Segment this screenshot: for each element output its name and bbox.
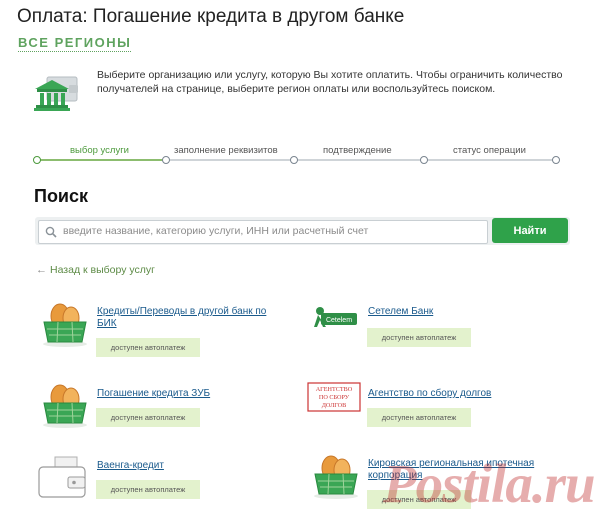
service-link-2[interactable]: Сетелем Банк <box>368 306 548 318</box>
money-basket-icon <box>314 455 358 499</box>
autopay-badge-4: доступен автоплатеж <box>367 408 471 427</box>
step-label-3: подтверждение <box>323 145 392 156</box>
service-link-5[interactable]: Ваенга-кредит <box>97 460 277 472</box>
cetelem-logo-text: Cetelem <box>326 317 352 324</box>
region-selector[interactable]: ВСЕ РЕГИОНЫ <box>18 35 132 52</box>
postila-watermark: Postila.ru <box>383 453 596 514</box>
step-dot-1 <box>33 156 41 164</box>
debt-agency-logo: АГЕНТСТВО ПО СБОРУ ДОЛГОВ <box>307 382 361 412</box>
steps-track-active <box>36 159 166 161</box>
step-label-1: выбор услуги <box>70 145 129 156</box>
autopay-badge-2: доступен автоплатеж <box>367 328 471 347</box>
cetelem-logo: Cetelem <box>314 307 357 327</box>
wallet-icon <box>38 456 86 498</box>
bank-building-icon <box>34 76 78 111</box>
page-title: Оплата: Погашение кредита в другом банке <box>17 6 405 27</box>
progress-steps: выбор услуги заполнение реквизитов подтв… <box>33 144 560 166</box>
step-dot-5 <box>552 156 560 164</box>
search-bar: Найти <box>35 217 570 245</box>
intro-text: Выберите организацию или услугу, которую… <box>97 69 563 95</box>
autopay-badge-1: доступен автоплатеж <box>96 338 200 357</box>
find-button[interactable]: Найти <box>492 218 568 243</box>
service-link-3[interactable]: Погашение кредита ЗУБ <box>97 388 277 400</box>
step-dot-2 <box>162 156 170 164</box>
debt-agency-line-3: ДОЛГОВ <box>322 402 347 409</box>
step-label-2: заполнение реквизитов <box>174 145 278 156</box>
search-icon <box>45 226 57 238</box>
search-input[interactable] <box>63 223 478 239</box>
step-dot-4 <box>420 156 428 164</box>
debt-agency-line-1: АГЕНТСТВО <box>316 386 353 393</box>
money-basket-icon <box>43 303 87 347</box>
money-basket-icon <box>43 384 87 428</box>
arrow-left-icon: ← <box>36 264 47 276</box>
back-to-services-link[interactable]: ← Назад к выбору услуг <box>36 264 155 276</box>
service-link-1[interactable]: Кредиты/Переводы в другой банк по БИК <box>97 306 277 330</box>
debt-agency-line-2: ПО СБОРУ <box>319 394 350 401</box>
search-field <box>38 220 488 244</box>
back-link-label: Назад к выбору услуг <box>50 264 155 276</box>
step-dot-3 <box>290 156 298 164</box>
service-link-4[interactable]: Агентство по сбору долгов <box>368 388 548 400</box>
autopay-badge-3: доступен автоплатеж <box>96 408 200 427</box>
search-title: Поиск <box>34 186 89 206</box>
autopay-badge-5: доступен автоплатеж <box>96 480 200 499</box>
step-label-4: статус операции <box>453 145 526 156</box>
